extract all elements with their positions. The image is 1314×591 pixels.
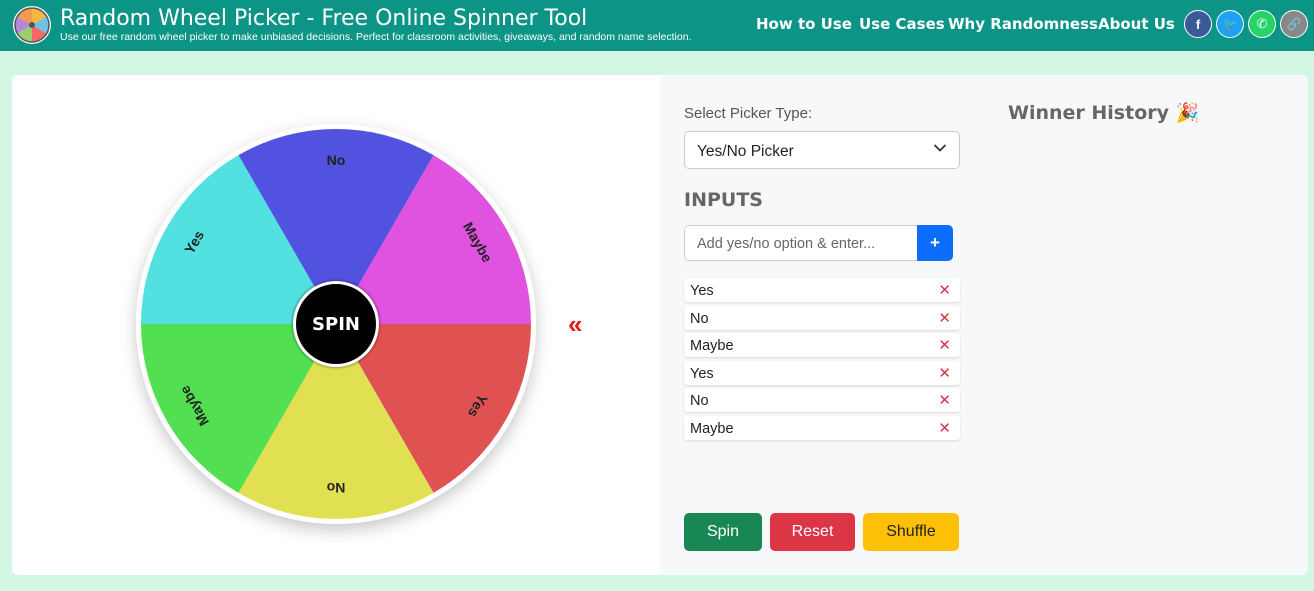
spin-button[interactable]: Spin	[684, 513, 762, 551]
option-item: Maybe ✕	[684, 416, 960, 440]
link-icon[interactable]: 🔗	[1280, 10, 1308, 38]
option-item: No ✕	[684, 306, 960, 330]
nav-use-cases[interactable]: Use Cases	[859, 15, 945, 33]
picker-type-value: Yes/No Picker	[697, 143, 794, 160]
wheel-pointer-icon: «	[568, 309, 583, 339]
option-item: Yes ✕	[684, 361, 960, 385]
wheel-logo-icon[interactable]	[12, 5, 52, 45]
option-label: No	[690, 311, 709, 327]
remove-option-icon[interactable]: ✕	[938, 336, 951, 354]
remove-option-icon[interactable]: ✕	[938, 391, 951, 409]
picker-card: Maybe Yes No Maybe Yes No « SPIN Select Picke…	[12, 75, 1308, 575]
option-label: Maybe	[690, 421, 734, 437]
wheel-spin-button[interactable]: SPIN	[293, 281, 379, 367]
remove-option-icon[interactable]: ✕	[938, 419, 951, 437]
wheel-segment-label: No	[327, 480, 346, 496]
option-label: Maybe	[690, 338, 734, 354]
winner-history-heading: Winner History 🎉	[1008, 102, 1200, 124]
option-item: No ✕	[684, 388, 960, 412]
option-label: Yes	[690, 366, 714, 382]
header: Random Wheel Picker - Free Online Spinne…	[0, 0, 1314, 51]
reset-button[interactable]: Reset	[770, 513, 855, 551]
facebook-icon[interactable]: f	[1184, 10, 1212, 38]
remove-option-icon[interactable]: ✕	[938, 309, 951, 327]
option-label: No	[690, 393, 709, 409]
nav-how-to-use[interactable]: How to Use	[756, 15, 852, 33]
wheel-panel: Maybe Yes No Maybe Yes No « SPIN	[12, 75, 660, 575]
nav-about-us[interactable]: About Us	[1098, 15, 1175, 33]
controls-panel: Select Picker Type: Yes/No Picker INPUTS…	[660, 75, 1308, 575]
picker-type-select[interactable]: Yes/No Picker	[684, 131, 960, 169]
wheel-segment-label: No	[327, 152, 346, 168]
chevron-down-icon	[934, 144, 946, 152]
site-subtitle: Use our free random wheel picker to make…	[60, 31, 692, 43]
twitter-icon[interactable]: 🐦	[1216, 10, 1244, 38]
site-title: Random Wheel Picker - Free Online Spinne…	[60, 6, 588, 31]
option-label: Yes	[690, 283, 714, 299]
add-option-button[interactable]: +	[917, 225, 953, 261]
nav-why-randomness[interactable]: Why Randomness	[948, 15, 1098, 33]
shuffle-button[interactable]: Shuffle	[863, 513, 959, 551]
whatsapp-icon[interactable]: ✆	[1248, 10, 1276, 38]
option-item: Yes ✕	[684, 278, 960, 302]
option-item: Maybe ✕	[684, 333, 960, 357]
add-option-input[interactable]: Add yes/no option & enter...	[684, 225, 918, 261]
picker-type-label: Select Picker Type:	[684, 105, 813, 122]
remove-option-icon[interactable]: ✕	[938, 281, 951, 299]
inputs-heading: INPUTS	[684, 189, 763, 211]
remove-option-icon[interactable]: ✕	[938, 364, 951, 382]
